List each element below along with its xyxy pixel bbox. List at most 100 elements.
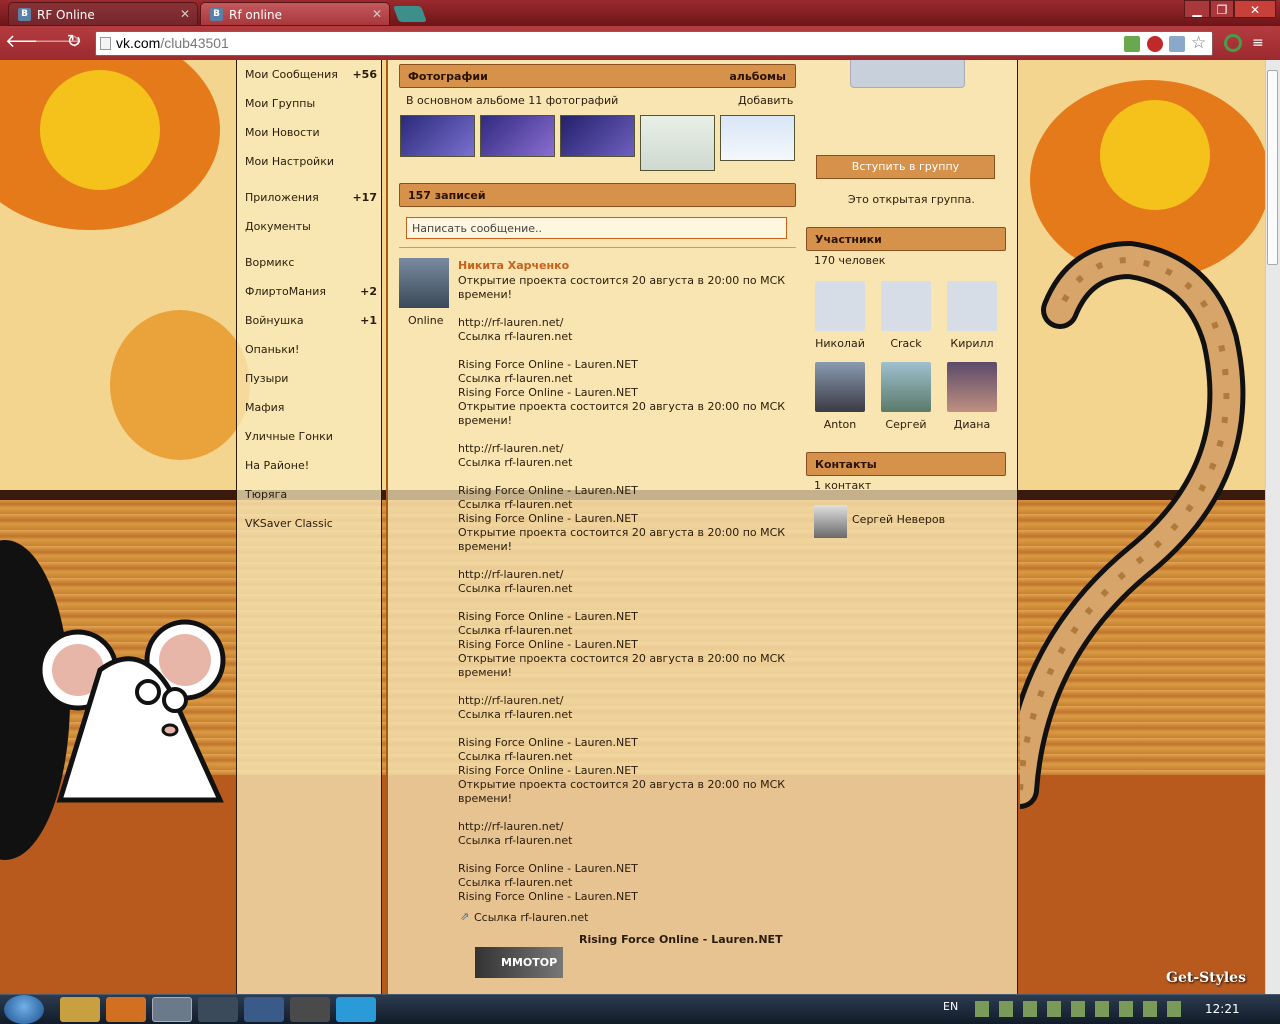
add-photo-link[interactable]: Добавить — [738, 94, 793, 107]
left-menu-item[interactable]: Войнушка +1 — [245, 314, 377, 327]
member-name[interactable]: Anton — [824, 418, 857, 431]
member-name[interactable]: Сергей — [885, 418, 926, 431]
left-menu-counter: +17 — [352, 191, 377, 204]
member-item[interactable]: Сергей — [880, 362, 932, 431]
left-menu-item[interactable]: Вормикс — [245, 256, 377, 269]
left-menu-item[interactable]: Документы — [245, 220, 377, 233]
member-item[interactable]: Кирилл — [946, 281, 998, 350]
post-line: времени! — [458, 792, 513, 805]
post-line: Ссылка rf-lauren.net — [458, 330, 573, 343]
close-tab-icon[interactable]: ✕ — [180, 7, 190, 21]
chrome-taskbar-icon[interactable] — [152, 997, 192, 1022]
tab-rf-online-active[interactable]: B Rf online ✕ — [200, 2, 390, 26]
post-line[interactable]: http://rf-lauren.net/ — [458, 568, 798, 582]
new-tab-button[interactable] — [393, 6, 427, 22]
left-menu-item[interactable]: Приложения +17 — [245, 191, 377, 204]
adblock-icon[interactable] — [1147, 36, 1163, 52]
member-name[interactable]: Кирилл — [950, 337, 993, 350]
contact-avatar[interactable] — [814, 505, 847, 538]
photo-thumbnail[interactable] — [480, 115, 555, 157]
post-line[interactable]: http://rf-lauren.net/ — [458, 694, 798, 708]
extension-icon[interactable] — [1224, 34, 1242, 52]
left-menu-item[interactable]: Пузыри — [245, 372, 377, 385]
left-menu-item[interactable]: Мафия — [245, 401, 377, 414]
minimize-button[interactable]: ▁ — [1184, 0, 1210, 18]
skype-taskbar-icon[interactable] — [336, 997, 376, 1022]
close-window-button[interactable]: ✕ — [1234, 0, 1276, 18]
member-name[interactable]: Диана — [954, 418, 990, 431]
left-menu-item[interactable]: VKSaver Classic — [245, 517, 377, 530]
left-menu-label: Мои Настройки — [245, 155, 334, 168]
left-menu-item[interactable]: Мои Сообщения +56 — [245, 68, 377, 81]
taskbar-clock[interactable]: 12:21 — [1205, 1002, 1240, 1016]
member-item[interactable]: Crack — [880, 281, 932, 350]
left-menu-item[interactable]: На Районе! — [245, 459, 377, 472]
close-tab-icon[interactable]: ✕ — [372, 7, 382, 21]
media-player-taskbar-icon[interactable] — [106, 997, 146, 1022]
system-tray-icons[interactable] — [975, 1001, 1185, 1017]
member-item[interactable]: Диана — [946, 362, 998, 431]
explorer-taskbar-icon[interactable] — [60, 997, 100, 1022]
left-menu-item[interactable]: Опаньки! — [245, 343, 377, 356]
post-line: времени! — [458, 414, 513, 427]
left-menu-item[interactable]: Тюряга — [245, 488, 377, 501]
member-item[interactable]: Николай — [814, 281, 866, 350]
author-avatar[interactable] — [399, 258, 449, 308]
extension-icon[interactable] — [1124, 36, 1140, 52]
post-line[interactable]: http://rf-lauren.net/ — [458, 316, 798, 330]
left-menu-item[interactable]: Уличные Гонки — [245, 430, 377, 443]
left-menu-item[interactable]: Мои Группы — [245, 97, 377, 110]
attachment-title[interactable]: Rising Force Online - Lauren.NET — [579, 933, 783, 946]
member-name[interactable]: Crack — [890, 337, 921, 350]
reload-icon[interactable]: ↻ — [63, 31, 85, 53]
bookmark-star-icon[interactable]: ☆ — [1191, 33, 1206, 53]
members-header[interactable]: Участники — [806, 227, 1006, 251]
watermark: Get-Styles — [1166, 970, 1246, 986]
wrench-menu-icon[interactable]: ≡ — [1252, 35, 1270, 53]
photo-thumbnail[interactable] — [400, 115, 475, 157]
contact-name[interactable]: Сергей Неверов — [852, 513, 945, 526]
scrollbar-thumb[interactable] — [1267, 70, 1278, 265]
attachment-link[interactable]: Ссылка rf-lauren.net — [474, 911, 588, 924]
join-group-button[interactable]: Вступить в группу — [816, 155, 995, 179]
left-menu-item[interactable]: Мои Настройки — [245, 155, 377, 168]
mmotop-banner[interactable]: MMOTOP — [475, 947, 563, 978]
member-item[interactable]: Anton — [814, 362, 866, 431]
post-line — [458, 596, 798, 610]
group-avatar[interactable] — [850, 60, 965, 88]
forward-arrow-icon[interactable]: 🡒 — [34, 31, 82, 53]
language-indicator[interactable]: EN — [943, 1000, 958, 1013]
post-author-link[interactable]: Никита Харченко — [458, 259, 569, 272]
cartoon-mouse-illustration — [37, 619, 226, 803]
extension-icon[interactable] — [1169, 36, 1185, 52]
photo-thumbnail[interactable] — [720, 115, 795, 161]
left-menu-item[interactable]: Мои Новости — [245, 126, 377, 139]
albums-link[interactable]: альбомы — [729, 70, 786, 83]
address-bar[interactable]: vk.com/club43501 ☆ — [95, 31, 1213, 56]
divider — [399, 247, 796, 248]
left-menu-label: Мафия — [245, 401, 285, 414]
photos-header[interactable]: Фотографии альбомы — [399, 64, 796, 88]
photo-thumbnail[interactable] — [560, 115, 635, 157]
app-taskbar-icon[interactable] — [290, 997, 330, 1022]
contacts-header[interactable]: Контакты — [806, 452, 1006, 476]
compose-message-input[interactable]: Написать сообщение.. — [406, 217, 787, 239]
app-taskbar-icon[interactable] — [244, 997, 284, 1022]
member-name[interactable]: Николай — [815, 337, 865, 350]
wall-header[interactable]: 157 записей — [399, 183, 796, 207]
start-button[interactable] — [4, 995, 44, 1024]
maximize-button[interactable]: ❐ — [1210, 0, 1234, 18]
back-arrow-icon[interactable]: 🡐 — [5, 31, 53, 53]
post-text: Открытие проекта состоится 20 августа в … — [458, 274, 798, 904]
tab-rf-online[interactable]: B RF Online ✕ — [8, 2, 198, 26]
steam-taskbar-icon[interactable] — [198, 997, 238, 1022]
left-menu-label: Мои Сообщения — [245, 68, 338, 81]
left-menu-label: Мои Группы — [245, 97, 316, 110]
photo-thumbnail[interactable] — [640, 115, 715, 171]
post-line[interactable]: http://rf-lauren.net/ — [458, 442, 798, 456]
left-menu-item[interactable]: ФлиртоМания +2 — [245, 285, 377, 298]
deactivated-dog-icon — [947, 281, 997, 331]
left-menu-label: Уличные Гонки — [245, 430, 333, 443]
post-line[interactable]: http://rf-lauren.net/ — [458, 820, 798, 834]
post-line — [458, 722, 798, 736]
